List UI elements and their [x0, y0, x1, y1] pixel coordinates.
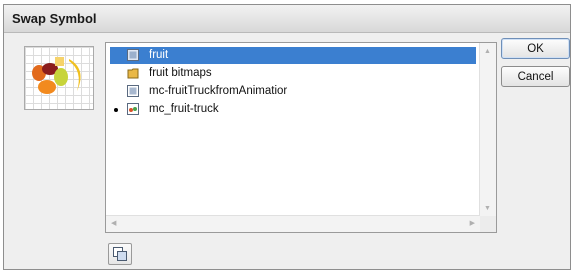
fruit-truck-preview-icon — [32, 57, 81, 94]
scroll-corner — [480, 216, 496, 232]
current-symbol-bullet-icon — [114, 108, 118, 112]
list-item[interactable]: fruit — [110, 47, 476, 64]
bitmap-icon — [127, 49, 139, 61]
dialog-title: Swap Symbol — [12, 11, 97, 26]
list-item[interactable]: mc-fruitTruckfromAnimatior — [110, 83, 476, 100]
scroll-down-icon[interactable]: ▼ — [484, 205, 491, 212]
horizontal-scrollbar[interactable]: ◀ ▶ — [106, 215, 480, 232]
list-item-label: fruit bitmaps — [149, 67, 212, 79]
scroll-left-icon[interactable]: ◀ — [111, 219, 116, 227]
folder-icon — [127, 67, 139, 79]
bitmap-icon — [127, 85, 139, 97]
list-item-label: fruit — [149, 49, 169, 61]
symbol-preview — [24, 46, 94, 110]
list-item-label: mc_fruit-truck — [149, 103, 219, 115]
title-bar: Swap Symbol — [4, 5, 570, 33]
cancel-button[interactable]: Cancel — [501, 66, 570, 87]
duplicate-symbol-button[interactable] — [108, 243, 132, 265]
swap-symbol-dialog: Swap Symbol fruit fruit bitmaps mc-fruit… — [3, 4, 571, 270]
scroll-right-icon[interactable]: ▶ — [470, 219, 475, 227]
scroll-up-icon[interactable]: ▲ — [484, 48, 491, 55]
symbol-list[interactable]: fruit fruit bitmaps mc-fruitTruckfromAni… — [105, 42, 497, 233]
movieclip-icon — [127, 103, 139, 115]
duplicate-symbol-icon — [113, 247, 127, 261]
vertical-scrollbar[interactable]: ▲ ▼ — [479, 43, 496, 216]
ok-button[interactable]: OK — [501, 38, 570, 59]
list-item[interactable]: fruit bitmaps — [110, 65, 476, 82]
list-item-label: mc-fruitTruckfromAnimatior — [149, 85, 288, 97]
list-item[interactable]: mc_fruit-truck — [110, 101, 476, 118]
